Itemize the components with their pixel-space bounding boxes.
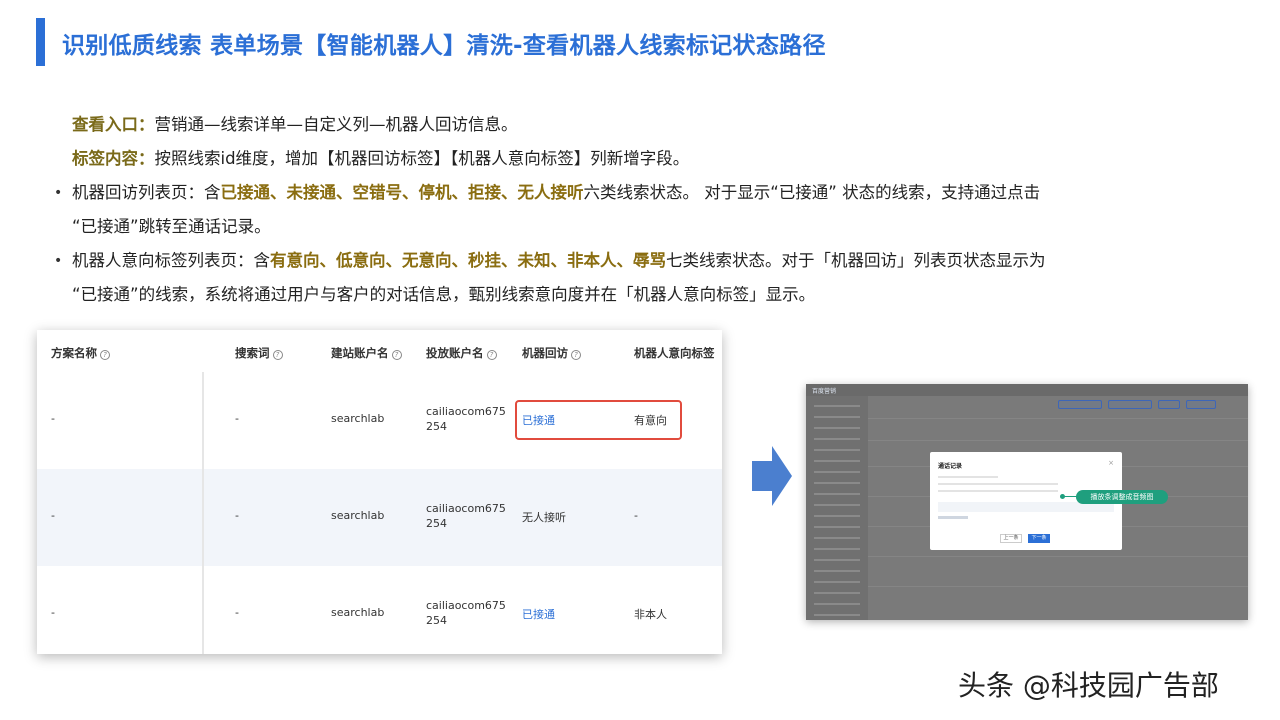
- table-header: 方案名称? 搜索词? 建站账户名? 投放账户名? 机器回访? 机器人意向标签: [37, 330, 722, 372]
- bullet-robot-intent: 机器人意向标签列表页：含有意向、低意向、无意向、秒挂、未知、非本人、辱骂七类线索…: [54, 244, 1232, 278]
- help-icon[interactable]: ?: [571, 350, 581, 360]
- bullet2-line2: “已接通”的线索，系统将通过用户与客户的对话信息，甄别线索意向度并在「机器人意向…: [72, 285, 816, 304]
- next-button[interactable]: 下一条: [1028, 534, 1050, 543]
- help-icon[interactable]: ?: [486, 350, 497, 360]
- call-record-screenshot: 百度营销 通话记录 × 上一条 下一条 播放条调整成音频图: [806, 384, 1248, 620]
- bullet-robot-call: 机器回访列表页：含已接通、未接通、空错号、停机、拒接、无人接听六类线索状态。 对…: [54, 176, 1232, 210]
- bullet1-prefix: 机器回访列表页：含: [72, 183, 221, 202]
- highlight-box: [515, 400, 682, 440]
- column-divider: [202, 372, 204, 654]
- cell-ad-account-line1: cailiaocom675: [426, 405, 506, 418]
- close-icon[interactable]: ×: [1108, 459, 1114, 467]
- cell-site-account: searchlab: [331, 606, 385, 619]
- page-title: 识别低质线索 表单场景【智能机器人】清洗-查看机器人线索标记状态路径: [62, 33, 826, 59]
- help-icon[interactable]: ?: [272, 350, 283, 360]
- header-robot-intent: 机器人意向标签: [634, 346, 715, 360]
- help-icon[interactable]: ?: [391, 350, 402, 360]
- table-row: - - searchlab cailiaocom675 254 无人接听 -: [37, 469, 722, 566]
- tag-content-text: 按照线索id维度，增加【机器回访标签】【机器人意向标签】列新增字段。: [154, 149, 690, 168]
- audio-player[interactable]: [938, 516, 968, 519]
- tag-content-label: 标签内容：: [72, 149, 155, 168]
- cell-robot-intent: 非本人: [634, 608, 667, 621]
- cell-robot-call: 无人接听: [522, 511, 566, 524]
- tag-content-line: 标签内容：按照线索id维度，增加【机器回访标签】【机器人意向标签】列新增字段。: [72, 142, 1232, 176]
- entry-label: 查看入口：: [72, 115, 155, 134]
- cell-plan: -: [51, 606, 55, 619]
- waveform-tip: 播放条调整成音频图: [1076, 490, 1168, 504]
- header-plan: 方案名称?: [51, 345, 110, 361]
- cell-robot-call-link[interactable]: 已接通: [522, 606, 555, 622]
- cell-plan: -: [51, 412, 55, 425]
- screenshot-brand: 百度营销: [812, 388, 837, 395]
- header-site-account: 建站账户名?: [331, 345, 402, 361]
- cell-site-account: searchlab: [331, 509, 385, 522]
- arrow-right-icon: [752, 446, 792, 506]
- cell-ad-account-line2: 254: [426, 420, 447, 433]
- cell-ad-account-line1: cailiaocom675: [426, 502, 506, 515]
- description: 查看入口：营销通—线索详单—自定义列—机器人回访信息。 标签内容：按照线索id维…: [54, 108, 1232, 312]
- bullet1-line2: “已接通”跳转至通话记录。: [72, 217, 271, 236]
- bullet2-highlight: 有意向、低意向、无意向、秒挂、未知、非本人、辱骂: [270, 251, 666, 270]
- bullet1-highlight: 已接通、未接通、空错号、停机、拒接、无人接听: [220, 183, 584, 202]
- header-ad-account: 投放账户名?: [426, 345, 497, 361]
- watermark: 头条 @科技园广告部: [958, 669, 1219, 702]
- entry-line: 查看入口：营销通—线索详单—自定义列—机器人回访信息。: [72, 108, 1232, 142]
- cell-keyword: -: [235, 509, 239, 522]
- title-accent-bar: [36, 18, 45, 66]
- cell-ad-account-line1: cailiaocom675: [426, 599, 506, 612]
- entry-text: 营销通—线索详单—自定义列—机器人回访信息。: [154, 115, 518, 134]
- screenshot-topbar: 百度营销: [806, 384, 1248, 396]
- header-robot-call: 机器回访?: [522, 345, 581, 361]
- cell-ad-account-line2: 254: [426, 614, 447, 627]
- cell-plan: -: [51, 509, 55, 522]
- cell-keyword: -: [235, 412, 239, 425]
- bullet2-suffix: 七类线索状态。对于「机器回访」列表页状态显示为: [666, 251, 1046, 270]
- header-keyword: 搜索词?: [235, 345, 283, 361]
- cell-robot-intent: -: [634, 509, 638, 522]
- screenshot-sidebar: [806, 396, 868, 620]
- bullet2-prefix: 机器人意向标签列表页：含: [72, 251, 270, 270]
- cell-site-account: searchlab: [331, 412, 385, 425]
- leads-table: 方案名称? 搜索词? 建站账户名? 投放账户名? 机器回访? 机器人意向标签 -…: [37, 330, 722, 654]
- cell-ad-account-line2: 254: [426, 517, 447, 530]
- table-row: - - searchlab cailiaocom675 254 已接通 非本人: [37, 566, 722, 654]
- help-icon[interactable]: ?: [100, 350, 110, 360]
- modal-title: 通话记录: [938, 463, 963, 470]
- bullet1-suffix: 六类线索状态。 对于显示“已接通” 状态的线索，支持通过点击: [583, 183, 1041, 202]
- prev-button[interactable]: 上一条: [1000, 534, 1022, 543]
- cell-keyword: -: [235, 606, 239, 619]
